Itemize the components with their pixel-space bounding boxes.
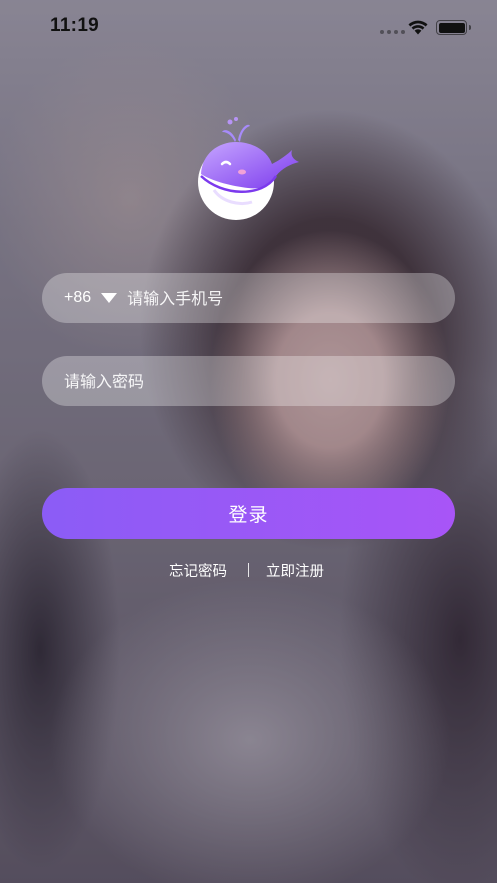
auth-links: 忘记密码 立即注册 [0,560,497,582]
country-code-label: +86 [64,289,92,306]
register-link[interactable]: 立即注册 [266,560,324,581]
phone-input[interactable] [127,273,455,323]
status-time: 11:19 [50,15,100,36]
phone-field[interactable]: +86 [42,273,455,323]
password-input[interactable] [42,356,455,406]
caret-down-icon [101,293,118,303]
country-code-selector[interactable]: +86 [64,289,127,307]
signal-dots-icon [380,30,405,34]
status-bar: 11:19 [0,0,497,56]
login-button[interactable]: 登录 [42,488,455,539]
battery-icon [436,20,471,35]
forgot-password-link[interactable]: 忘记密码 [169,560,227,581]
password-field[interactable] [42,356,455,406]
battery-fill [438,22,465,33]
wifi-icon [408,20,428,35]
whale-logo-icon [198,117,299,220]
link-divider [248,563,249,577]
